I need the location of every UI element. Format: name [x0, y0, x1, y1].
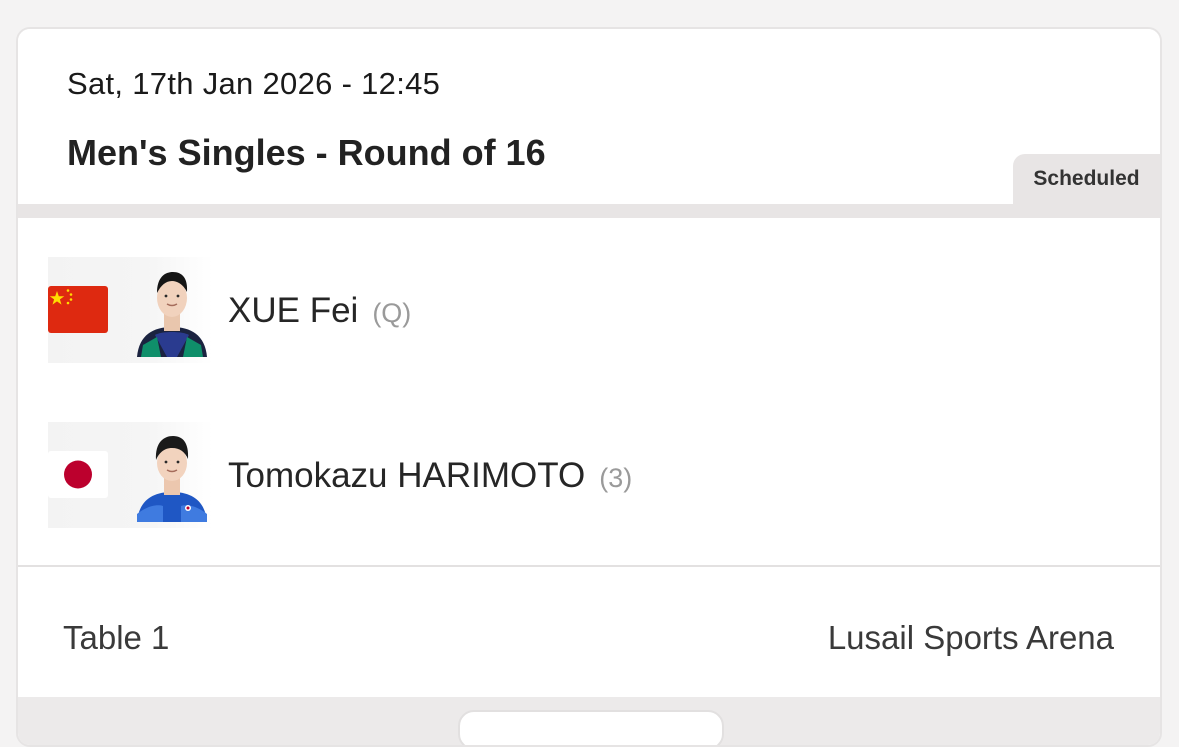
venue-label: Lusail Sports Arena [827, 619, 1114, 656]
player-avatar [133, 265, 211, 357]
china-flag-icon [48, 286, 108, 333]
match-footer: Table 1 Lusail Sports Arena [18, 567, 1160, 697]
player-seed: (Q) [372, 298, 412, 328]
header-divider [18, 204, 1160, 218]
match-event-title: Men's Singles - Round of 16 [67, 132, 546, 173]
match-card[interactable]: Sat, 17th Jan 2026 - 12:45 Men's Singles… [16, 27, 1162, 747]
table-label: Table 1 [63, 619, 170, 656]
player-seed: (3) [599, 463, 633, 493]
players-list: XUE Fei (Q) Tomokazu HARIMOTO (3) [18, 218, 1160, 565]
player-name: Tomokazu HARIMOTO [228, 456, 586, 495]
match-header: Sat, 17th Jan 2026 - 12:45 Men's Singles… [18, 29, 1160, 204]
card-bottom-band [18, 697, 1160, 745]
player-row[interactable]: Tomokazu HARIMOTO (3) [48, 422, 1128, 528]
player-name: XUE Fei [228, 291, 359, 330]
player-name-line: XUE Fei (Q) [228, 291, 411, 331]
player-row[interactable]: XUE Fei (Q) [48, 257, 1128, 363]
japan-flag-icon [48, 451, 108, 498]
player-avatar [133, 430, 211, 522]
bottom-handle[interactable] [458, 710, 724, 745]
player-media [48, 257, 213, 363]
player-name-line: Tomokazu HARIMOTO (3) [228, 456, 632, 496]
player-media [48, 422, 213, 528]
status-badge: Scheduled [1013, 154, 1160, 204]
match-datetime: Sat, 17th Jan 2026 - 12:45 [67, 66, 441, 101]
